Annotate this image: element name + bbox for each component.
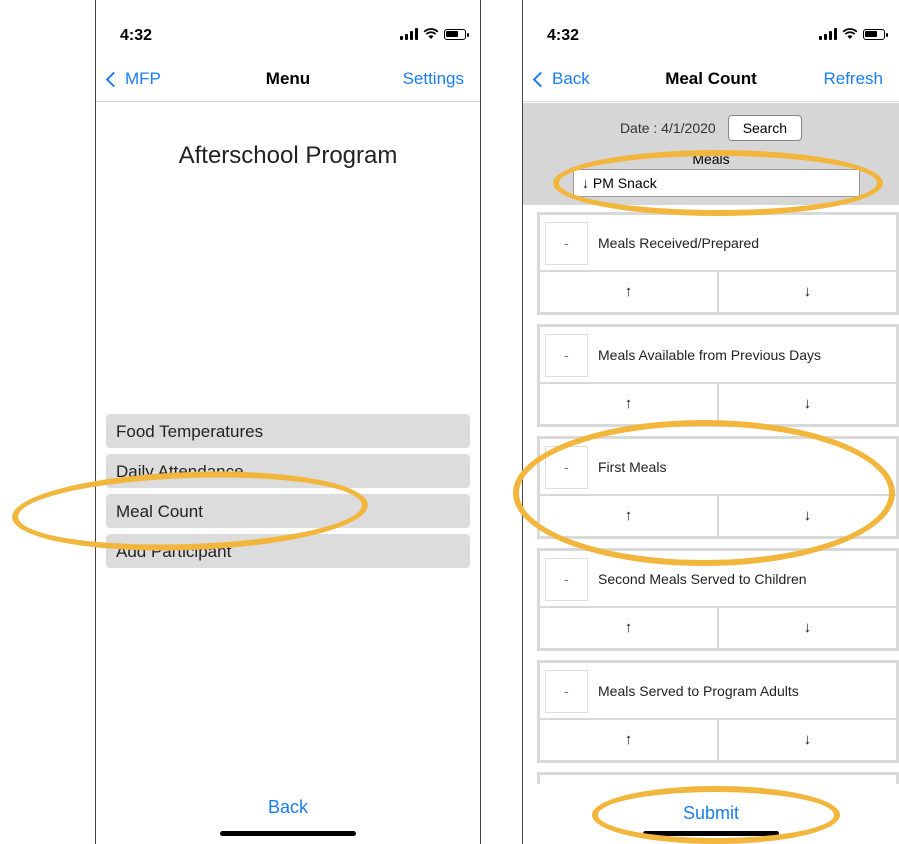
battery-icon [863, 28, 888, 40]
menu-item-meal-count[interactable]: Meal Count [106, 494, 470, 528]
quantity-field[interactable]: - [545, 334, 588, 377]
date-row: Date : 4/1/2020 Search [523, 115, 899, 141]
home-indicator [220, 831, 356, 836]
menu-list: Food Temperatures Daily Attendance Meal … [106, 414, 470, 574]
decrement-button[interactable]: ↓ [717, 272, 896, 312]
date-label: Date : 4/1/2020 [619, 120, 716, 136]
increment-button[interactable]: ↑ [540, 272, 717, 312]
card-second-meals-children: - Second Meals Served to Children ↑ ↓ [537, 548, 899, 651]
status-bar: 4:32 [523, 0, 899, 56]
search-button[interactable]: Search [727, 115, 803, 141]
menu-item-daily-attendance[interactable]: Daily Attendance [106, 454, 470, 488]
wifi-icon [423, 28, 439, 39]
nav-bar: MFP Menu Settings [96, 56, 480, 102]
quantity-field[interactable]: - [545, 670, 588, 713]
status-bar: 4:32 [96, 0, 480, 56]
filter-panel: Date : 4/1/2020 Search Meals ↓ PM Snack [523, 103, 899, 205]
meal-count-screen: 4:32 Back Meal Count Refresh Date : 4/1/… [522, 0, 899, 844]
increment-button[interactable]: ↑ [540, 608, 717, 648]
quantity-field[interactable]: - [545, 222, 588, 265]
signal-icon [819, 28, 837, 40]
card-program-adults: - Meals Served to Program Adults ↑ ↓ [537, 660, 899, 763]
wifi-icon [842, 28, 858, 39]
submit-button[interactable]: Submit [523, 803, 899, 824]
decrement-button[interactable]: ↓ [717, 496, 896, 536]
increment-button[interactable]: ↑ [540, 496, 717, 536]
card-meals-available-previous-days: - Meals Available from Previous Days ↑ ↓ [537, 324, 899, 427]
decrement-button[interactable]: ↓ [717, 384, 896, 424]
quantity-field[interactable]: - [545, 558, 588, 601]
menu-item-food-temperatures[interactable]: Food Temperatures [106, 414, 470, 448]
battery-icon [444, 28, 469, 40]
status-icons [819, 28, 888, 40]
meals-select[interactable]: ↓ PM Snack [573, 169, 860, 197]
meal-count-cards: - Meals Received/Prepared ↑ ↓ - Meals Av… [537, 212, 899, 784]
decrement-button[interactable]: ↓ [717, 608, 896, 648]
refresh-button[interactable]: Refresh [823, 69, 883, 89]
card-label: Meals Available from Previous Days [598, 347, 822, 363]
decrement-button[interactable]: ↓ [717, 720, 896, 760]
card-meals-received-prepared: - Meals Received/Prepared ↑ ↓ [537, 212, 899, 315]
status-time: 4:32 [547, 27, 580, 44]
increment-button[interactable]: ↑ [540, 720, 717, 760]
quantity-field[interactable]: - [545, 446, 588, 489]
menu-screen: 4:32 MFP Menu Settings Afterschool Progr… [95, 0, 481, 844]
card-label: Second Meals Served to Children [598, 571, 807, 587]
card-first-meals: - First Meals ↑ ↓ [537, 436, 899, 539]
card-label: First Meals [598, 459, 667, 475]
nav-bar: Back Meal Count Refresh [523, 56, 899, 102]
increment-button[interactable]: ↑ [540, 384, 717, 424]
card-partial [537, 772, 899, 784]
card-label: Meals Received/Prepared [598, 235, 760, 251]
signal-icon [400, 28, 418, 40]
back-button[interactable]: Back [96, 797, 480, 818]
status-time: 4:32 [120, 27, 153, 44]
meals-label: Meals [692, 151, 730, 167]
program-title: Afterschool Program [178, 142, 398, 169]
menu-item-add-participant[interactable]: Add Participant [106, 534, 470, 568]
home-indicator [643, 831, 779, 836]
card-label: Meals Served to Program Adults [598, 683, 799, 699]
status-icons [400, 28, 469, 40]
settings-button[interactable]: Settings [403, 69, 464, 89]
